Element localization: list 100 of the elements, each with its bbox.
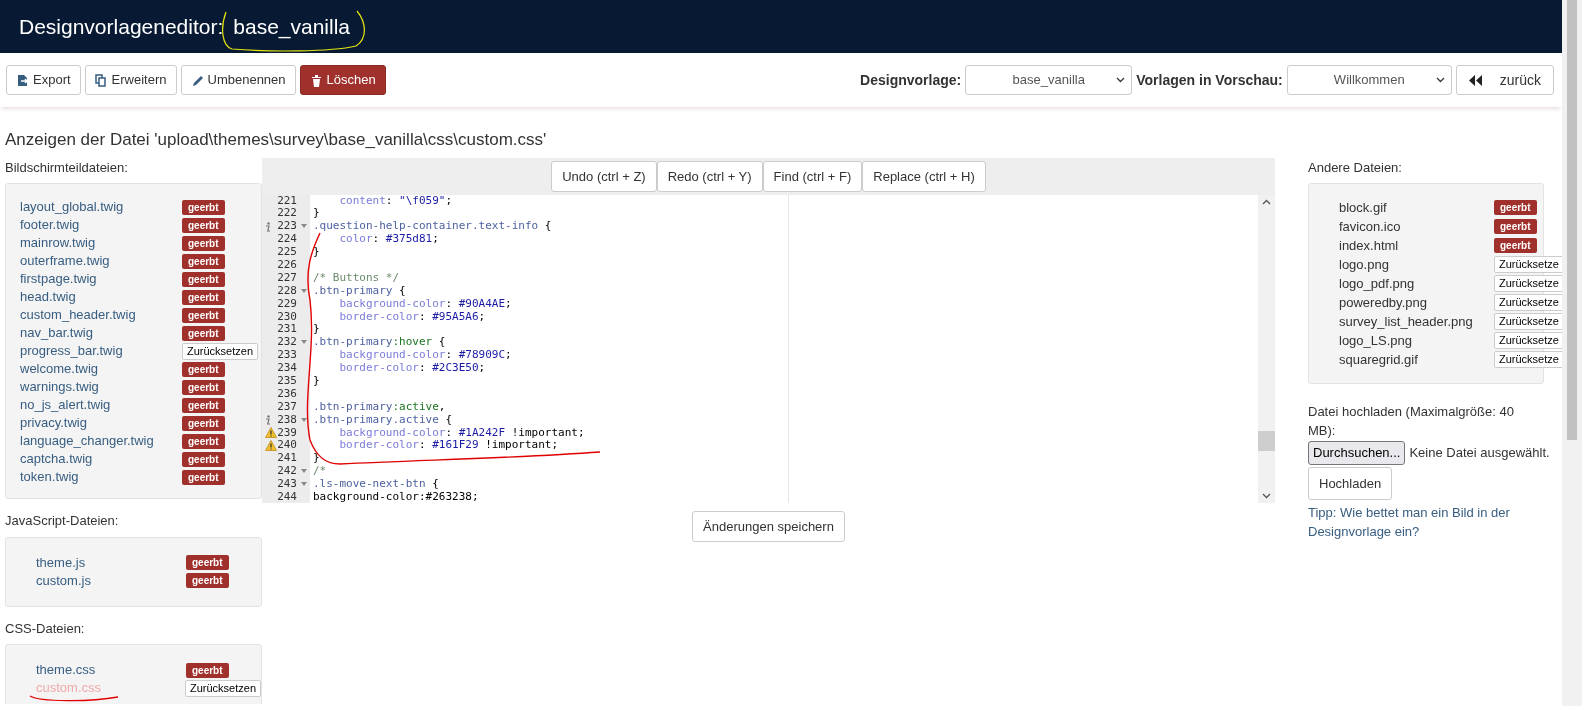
info-icon: [265, 415, 271, 426]
code-line: }: [313, 322, 320, 336]
file-link[interactable]: theme.js: [36, 553, 186, 572]
line-number: 229: [277, 297, 297, 311]
chevron-icon: [1116, 77, 1126, 83]
reset-button[interactable]: Zurücksetze: [1494, 294, 1562, 311]
section-title: Andere Dateien:: [1308, 158, 1403, 177]
trash-icon: [309, 73, 323, 87]
reset-button[interactable]: Zurücksetze: [1494, 275, 1562, 292]
scroll-down-icon[interactable]: [1262, 492, 1271, 499]
page-scrollbar[interactable]: [1562, 0, 1582, 706]
file-link[interactable]: progress_bar.twig: [20, 342, 182, 360]
reset-button[interactable]: Zurücksetze: [1494, 313, 1562, 330]
delete-button[interactable]: Löschen: [299, 65, 386, 95]
line-number: 227: [277, 271, 297, 285]
file-link[interactable]: firstpage.twig: [20, 270, 182, 288]
code-line: background-color: #90A4AE;: [339, 296, 512, 310]
file-link[interactable]: welcome.twig: [20, 360, 182, 378]
file-path-heading: Anzeigen der Datei 'upload\themes\survey\base_vanilla\css\custom.css': [4, 129, 548, 151]
fold-icon[interactable]: [301, 224, 307, 229]
inherited-badge: geerbt: [182, 253, 225, 269]
line-number: 232: [277, 336, 297, 350]
theme-name: base_vanilla: [233, 15, 351, 38]
double-left-icon: [1468, 74, 1482, 86]
file-link[interactable]: language_changer.twig: [20, 432, 182, 450]
editor-button[interactable]: Redo (ctrl + Y): [656, 160, 763, 192]
reset-button[interactable]: Zurücksetzen: [184, 679, 261, 697]
code-line: .btn-primary.active {: [313, 412, 453, 426]
reset-button[interactable]: Zurücksetze: [1494, 351, 1562, 368]
file-link[interactable]: outerframe.twig: [20, 252, 182, 270]
inherited-badge: geerbt: [182, 433, 225, 449]
line-number: 237: [277, 400, 297, 414]
back-button[interactable]: zurück: [1455, 65, 1554, 95]
warning-icon: [265, 440, 277, 452]
inherited-badge: geerbt: [182, 271, 225, 287]
scroll-thumb[interactable]: [1567, 0, 1577, 440]
file-name: logo_pdf.png: [1339, 275, 1416, 293]
inherited-badge: geerbt: [182, 235, 225, 251]
file-link[interactable]: no_js_alert.twig: [20, 396, 182, 414]
code-line: .btn-primary:hover {: [313, 335, 446, 349]
scrollbar[interactable]: [1258, 194, 1275, 503]
reset-button[interactable]: Zurücksetzen: [182, 342, 259, 360]
file-link[interactable]: privacy.twig: [20, 414, 182, 432]
inherited-badge: geerbt: [182, 397, 225, 413]
file-name: logo.png: [1339, 256, 1390, 274]
extend-button[interactable]: Erweitern: [84, 65, 177, 95]
editor-button[interactable]: Replace (ctrl + H): [862, 160, 986, 192]
fold-icon[interactable]: [301, 469, 307, 474]
editor-button[interactable]: Find (ctrl + F): [762, 160, 863, 192]
file-link[interactable]: token.twig: [20, 468, 182, 486]
reset-button[interactable]: Zurücksetze: [1494, 332, 1562, 349]
line-number: 244: [277, 491, 297, 503]
fold-icon[interactable]: [301, 482, 307, 487]
code-line: }: [313, 451, 320, 465]
inherited-badge: geerbt: [182, 217, 225, 233]
file-link[interactable]: theme.css: [36, 661, 186, 679]
rename-button[interactable]: Umbenennen: [180, 65, 296, 95]
reset-button[interactable]: Zurücksetze: [1494, 256, 1562, 273]
file-name: favicon.ico: [1339, 218, 1402, 236]
export-button[interactable]: Export: [6, 65, 81, 95]
template-select[interactable]: base_vanilla: [965, 65, 1133, 95]
chevron-icon: [1435, 77, 1445, 83]
inherited-badge: geerbt: [182, 379, 225, 395]
file-name: squaregrid.gif: [1339, 351, 1419, 369]
code-line: }: [313, 373, 320, 387]
code-line: content: "\f059";: [339, 194, 453, 207]
fold-icon[interactable]: [301, 340, 307, 345]
preview-select[interactable]: Willkommen: [1286, 65, 1452, 95]
file-link[interactable]: warnings.twig: [20, 378, 182, 396]
line-number: 231: [277, 323, 297, 337]
inherited-badge: geerbt: [1494, 219, 1537, 234]
scroll-up-icon[interactable]: [1262, 198, 1271, 205]
file-link[interactable]: custom_header.twig: [20, 306, 182, 324]
fold-icon[interactable]: [301, 417, 307, 422]
fold-icon[interactable]: [301, 288, 307, 293]
line-number: 233: [277, 349, 297, 363]
code-line: /* Buttons */: [313, 270, 400, 284]
file-link[interactable]: captcha.twig: [20, 450, 182, 468]
file-link[interactable]: footer.twig: [20, 216, 182, 234]
save-button[interactable]: Änderungen speichern: [692, 510, 845, 542]
inherited-badge: geerbt: [182, 361, 225, 377]
file-link[interactable]: custom.js: [36, 571, 186, 590]
inherited-badge: geerbt: [182, 451, 225, 467]
scroll-thumb[interactable]: [1258, 430, 1275, 451]
file-name: block.gif: [1339, 199, 1388, 217]
help-link[interactable]: Tipp: Wie bettet man ein Bild in der Designvorlage ein?: [1308, 503, 1543, 541]
line-number: 236: [277, 387, 297, 401]
editor-button[interactable]: Undo (ctrl + Z): [551, 160, 657, 192]
inherited-badge: geerbt: [182, 289, 225, 305]
file-name: poweredby.png: [1339, 294, 1428, 312]
inherited-badge: geerbt: [182, 199, 225, 215]
upload-button[interactable]: Hochladen: [1308, 466, 1393, 500]
file-link[interactable]: mainrow.twig: [20, 234, 182, 252]
browse-button[interactable]: Durchsuchen...: [1308, 441, 1406, 465]
template-label: Designvorlage:: [860, 70, 962, 90]
file-link[interactable]: nav_bar.twig: [20, 324, 182, 342]
file-link[interactable]: head.twig: [20, 288, 182, 306]
code-line: }: [313, 206, 320, 220]
file-link[interactable]: layout_global.twig: [20, 198, 182, 216]
code-line: .btn-primary {: [313, 283, 406, 297]
